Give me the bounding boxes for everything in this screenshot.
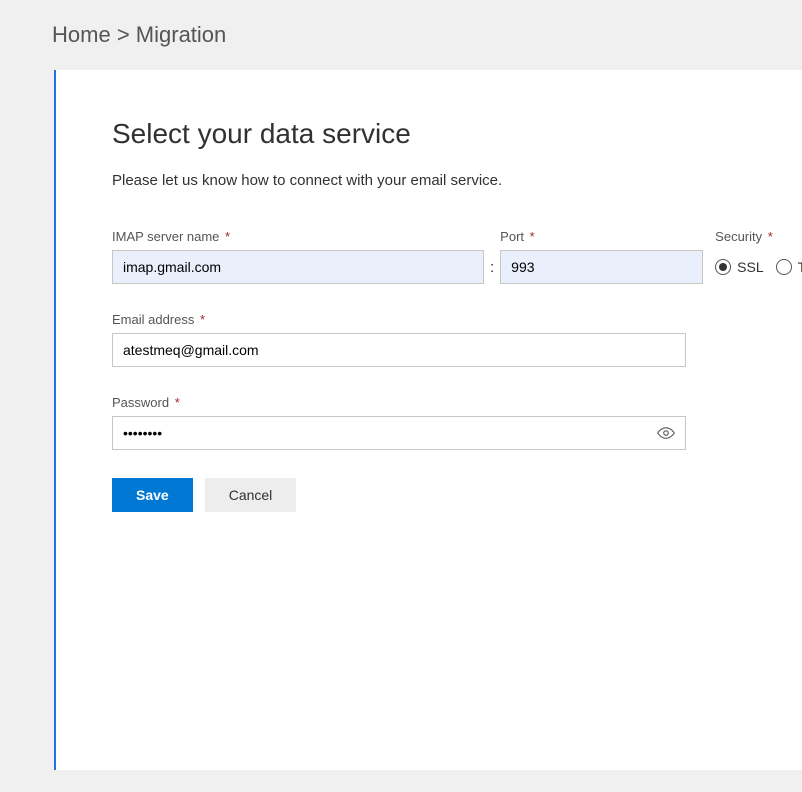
imap-input[interactable] bbox=[112, 250, 484, 284]
breadcrumb-separator: > bbox=[117, 22, 130, 47]
email-label: Email address * bbox=[112, 312, 686, 327]
password-input[interactable] bbox=[123, 418, 657, 448]
radio-unselected-icon bbox=[776, 259, 792, 275]
button-row: Save Cancel bbox=[112, 478, 746, 512]
imap-field: IMAP server name * bbox=[112, 229, 484, 284]
port-label: Port * bbox=[500, 229, 703, 244]
page-subtitle: Please let us know how to connect with y… bbox=[112, 172, 746, 189]
security-tls-radio[interactable]: TLS bbox=[776, 259, 802, 275]
port-input[interactable] bbox=[500, 250, 703, 284]
breadcrumb-current: Migration bbox=[136, 22, 226, 47]
security-ssl-radio[interactable]: SSL bbox=[715, 259, 763, 275]
server-row: IMAP server name * : Port * Security * S… bbox=[112, 229, 746, 284]
password-field: Password * bbox=[112, 395, 686, 450]
server-port-separator: : bbox=[484, 259, 500, 284]
cancel-button[interactable]: Cancel bbox=[205, 478, 297, 512]
email-input[interactable] bbox=[112, 333, 686, 367]
save-button[interactable]: Save bbox=[112, 478, 193, 512]
breadcrumb-home[interactable]: Home bbox=[52, 22, 111, 47]
page-title: Select your data service bbox=[112, 118, 746, 150]
security-field: Security * SSL TLS bbox=[715, 229, 802, 284]
password-label: Password * bbox=[112, 395, 686, 410]
email-field: Email address * bbox=[112, 312, 686, 367]
radio-selected-icon bbox=[715, 259, 731, 275]
port-field: Port * bbox=[500, 229, 703, 284]
security-label: Security * bbox=[715, 229, 802, 244]
reveal-password-icon[interactable] bbox=[657, 424, 675, 442]
migration-panel: Select your data service Please let us k… bbox=[54, 70, 802, 770]
imap-label: IMAP server name * bbox=[112, 229, 484, 244]
breadcrumb: Home > Migration bbox=[0, 0, 802, 70]
